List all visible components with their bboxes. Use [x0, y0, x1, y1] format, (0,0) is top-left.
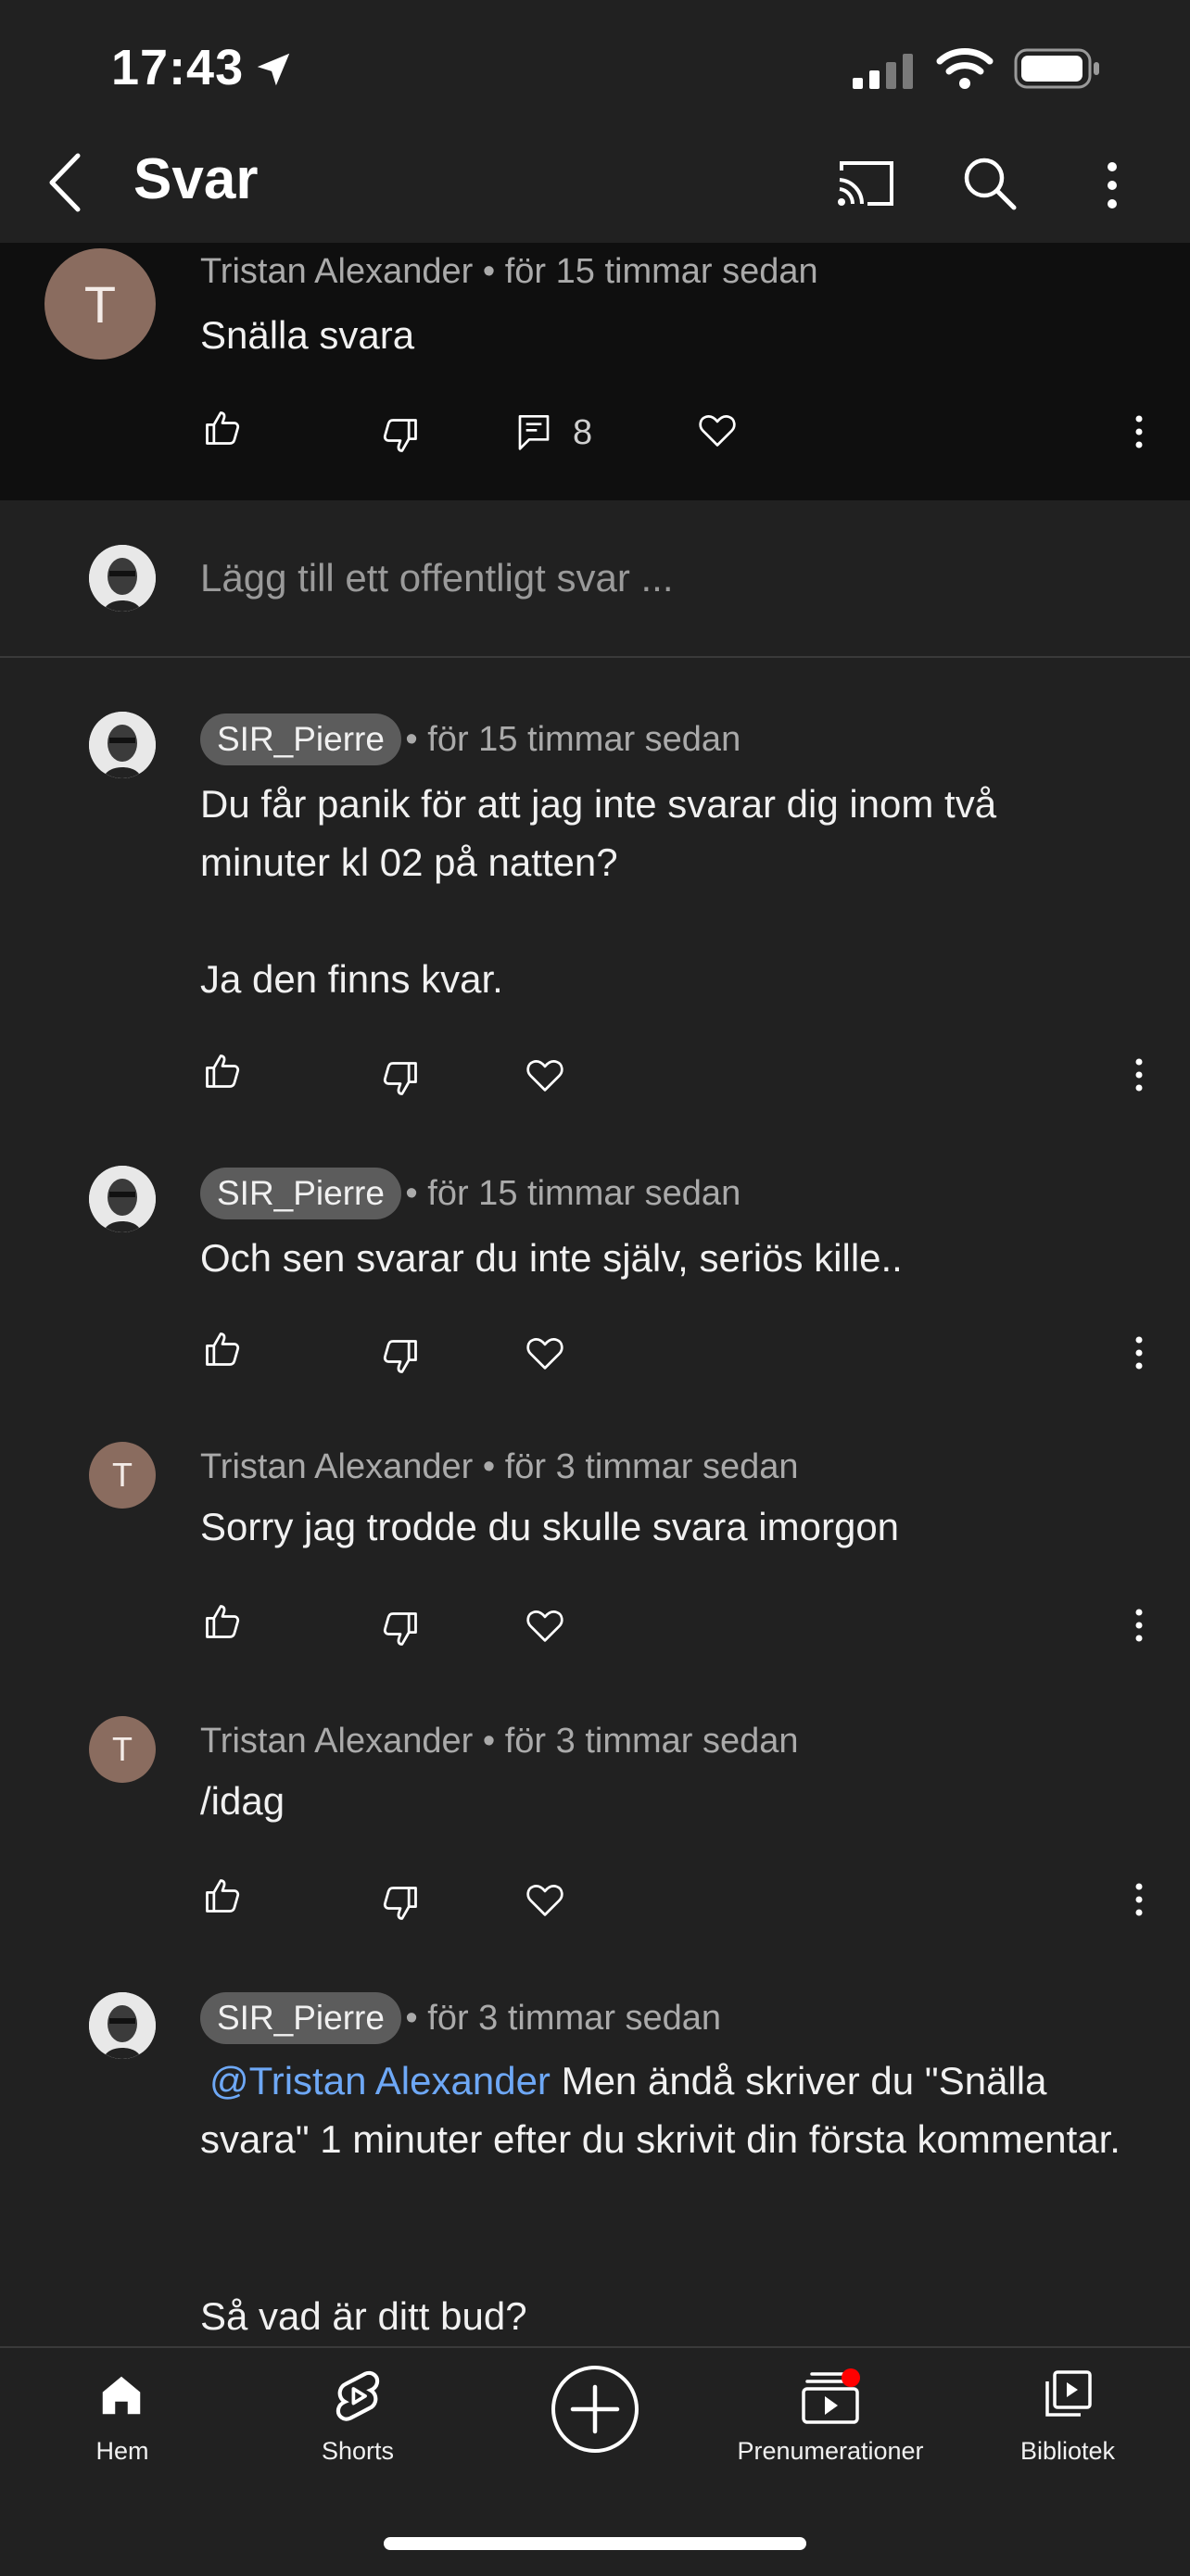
create-icon [549, 2363, 641, 2456]
avatar[interactable] [89, 712, 156, 778]
comment-text: Sorry jag trodde du skulle svara imorgon [200, 1505, 900, 1548]
avatar[interactable] [89, 1992, 156, 2059]
user-avatar [89, 545, 156, 612]
comment-text: Snälla svara [200, 313, 415, 357]
heart-icon[interactable] [525, 1334, 565, 1371]
avatar[interactable]: T [44, 248, 156, 360]
nav-item-library[interactable]: Bibliotek [947, 2363, 1188, 2474]
comment-author[interactable]: SIR_Pierre [200, 1168, 401, 1219]
avatar[interactable]: T [89, 1442, 156, 1509]
nav-item-shorts[interactable]: Shorts [237, 2363, 478, 2474]
comment-menu-icon[interactable] [1131, 1056, 1147, 1093]
comment-author[interactable]: Tristan Alexander [200, 1447, 473, 1486]
create-button[interactable] [549, 2363, 641, 2456]
comment-author-line: Tristan Alexander • för 15 timmar sedan [200, 252, 818, 291]
comment-author[interactable]: Tristan Alexander [200, 252, 473, 291]
subscriptions-icon [801, 2368, 860, 2426]
avatar[interactable] [89, 1166, 156, 1232]
like-icon[interactable] [202, 408, 243, 448]
comment-author-line: SIR_Pierre • för 15 timmar sedan [200, 1168, 741, 1219]
comment-author-line: SIR_Pierre • för 3 timmar sedan [200, 1992, 721, 2044]
heart-icon[interactable] [525, 1607, 565, 1644]
comment-author[interactable]: SIR_Pierre [200, 713, 401, 765]
wifi-icon [936, 46, 994, 89]
reply-count: 8 [573, 413, 593, 452]
heart-icon[interactable] [697, 411, 738, 448]
comment-menu-icon[interactable] [1131, 1881, 1147, 1918]
comment-author[interactable]: SIR_Pierre [200, 1992, 401, 2044]
dislike-icon[interactable] [380, 415, 421, 456]
reply-icon[interactable] [515, 411, 552, 452]
nav-label: Shorts [321, 2437, 395, 2465]
comment-time: för 3 timmar sedan [504, 1722, 799, 1761]
nav-item-home[interactable]: Hem [2, 2363, 243, 2474]
library-icon [1042, 2368, 1094, 2422]
dislike-icon[interactable] [380, 1609, 421, 1649]
like-icon[interactable] [202, 1051, 243, 1092]
cast-icon[interactable] [836, 158, 897, 209]
back-button[interactable] [44, 152, 85, 213]
comment-time: för 15 timmar sedan [427, 720, 741, 759]
like-icon[interactable] [202, 1329, 243, 1370]
comment-author-line: SIR_Pierre • för 15 timmar sedan [200, 713, 741, 765]
like-icon[interactable] [202, 1875, 243, 1916]
comment-time: för 15 timmar sedan [427, 1174, 741, 1213]
location-arrow-icon [252, 48, 295, 91]
dislike-icon[interactable] [380, 1058, 421, 1099]
page-title: Svar [133, 147, 259, 211]
shorts-icon [332, 2368, 384, 2424]
comment-time: för 15 timmar sedan [504, 252, 818, 291]
nav-label: Prenumerationer [737, 2437, 924, 2465]
home-icon [96, 2370, 146, 2420]
divider [0, 656, 1190, 658]
more-options-icon[interactable] [1099, 159, 1125, 211]
dislike-icon[interactable] [380, 1883, 421, 1924]
comment-author[interactable]: Tristan Alexander [200, 1722, 473, 1761]
comment-menu-icon[interactable] [1131, 1334, 1147, 1371]
comment-author-line: Tristan Alexander • för 3 timmar sedan [200, 1722, 799, 1761]
home-indicator [384, 2537, 806, 2550]
heart-icon[interactable] [525, 1056, 565, 1093]
comment-text: Så vad är ditt bud? [200, 2294, 527, 2338]
reply-input[interactable]: Lägg till ett offentligt svar ... [200, 556, 674, 600]
comment-text: /idag [200, 1779, 285, 1823]
status-time: 17:43 [111, 40, 245, 95]
nav-label: Bibliotek [1019, 2437, 1116, 2465]
search-icon[interactable] [960, 154, 1019, 213]
comment-author-line: Tristan Alexander • för 3 timmar sedan [200, 1447, 799, 1486]
nav-label: Hem [95, 2437, 149, 2465]
comment-menu-icon[interactable] [1131, 413, 1147, 450]
comment-time: för 3 timmar sedan [427, 1999, 722, 2038]
mention-link[interactable]: @Tristan Alexander [200, 2059, 551, 2102]
heart-icon[interactable] [525, 1881, 565, 1918]
comment-text: Du får panik för att jag inte svarar dig… [200, 782, 997, 1001]
comment-text: Och sen svarar du inte själv, seriös kil… [200, 1236, 903, 1280]
signal-icon [853, 52, 914, 89]
comment-menu-icon[interactable] [1131, 1607, 1147, 1644]
like-icon[interactable] [202, 1601, 243, 1642]
comment-text: @Tristan Alexander Men ändå skriver du "… [200, 2059, 1120, 2161]
nav-item-subscriptions[interactable]: Prenumerationer [710, 2363, 951, 2474]
avatar[interactable]: T [89, 1716, 156, 1783]
battery-icon [1014, 48, 1101, 89]
comment-time: för 3 timmar sedan [504, 1447, 799, 1486]
dislike-icon[interactable] [380, 1336, 421, 1377]
